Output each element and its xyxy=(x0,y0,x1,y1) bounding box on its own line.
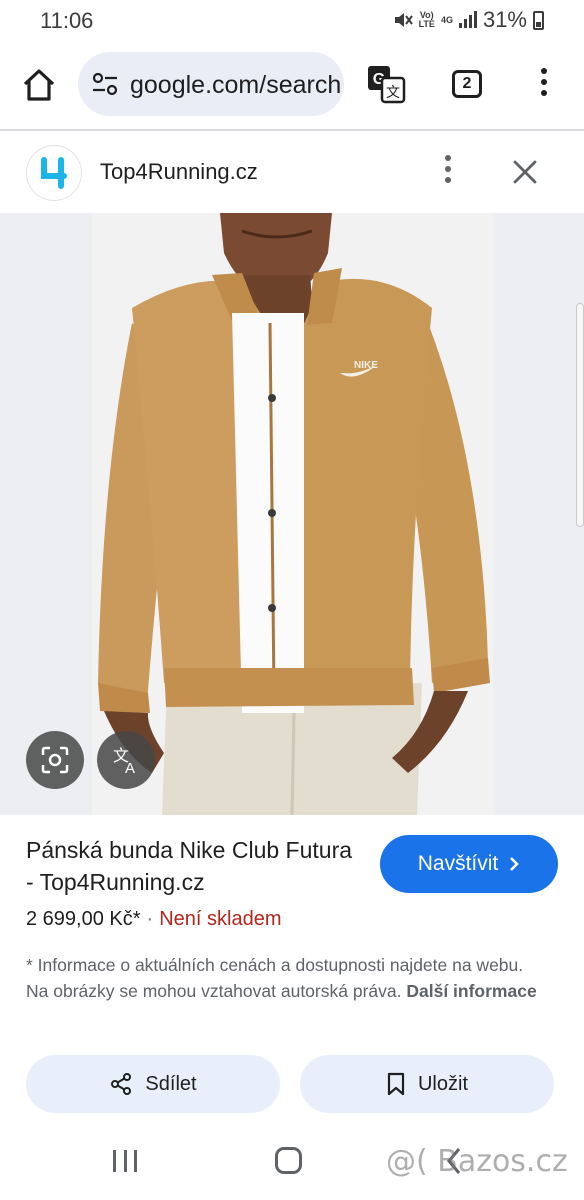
tab-switcher-button[interactable]: 2 xyxy=(452,70,482,98)
status-icons: Vo) LTE 4G 31% xyxy=(393,7,544,33)
battery-level: 31% xyxy=(482,7,527,32)
translate-page-icon[interactable]: G 文 xyxy=(366,64,406,104)
site-name[interactable]: Top4Running.cz xyxy=(100,159,258,185)
price-line: 2 699,00 Kč* · Není skladem xyxy=(26,908,281,931)
save-button[interactable]: Uložit xyxy=(300,1055,554,1113)
battery-icon xyxy=(533,10,544,30)
browser-toolbar: google.com/search G 文 2 xyxy=(0,48,584,122)
product-title[interactable]: Pánská bunda Nike Club Futura - Top4Runn… xyxy=(26,834,356,898)
separator: · xyxy=(146,908,154,930)
status-time: 11:06 xyxy=(40,8,94,33)
stock-status: Není skladem xyxy=(159,908,282,930)
image-preview: NIKE 文 A xyxy=(0,213,584,815)
translate-icon: 文 A xyxy=(113,746,135,775)
bookmark-icon xyxy=(387,1072,405,1096)
share-button[interactable]: Sdílet xyxy=(26,1055,280,1113)
more-menu-icon[interactable] xyxy=(534,68,554,102)
signal-icon xyxy=(458,11,477,28)
more-info-link[interactable]: Další informace xyxy=(406,981,536,1001)
close-icon[interactable] xyxy=(510,157,540,187)
image-scrollbar[interactable] xyxy=(576,303,584,527)
source-more-icon[interactable] xyxy=(440,155,456,189)
volte-icon: Vo) LTE xyxy=(418,10,435,29)
nav-home-icon[interactable] xyxy=(275,1147,302,1174)
share-label: Sdílet xyxy=(145,1072,197,1095)
url-text: google.com/search xyxy=(130,71,342,99)
share-icon xyxy=(111,1073,132,1095)
source-header: Top4Running.cz xyxy=(0,131,584,213)
product-image[interactable]: NIKE xyxy=(92,213,493,815)
visit-button[interactable]: Navštívit xyxy=(380,835,558,893)
network-type-icon: 4G xyxy=(440,14,453,25)
url-bar[interactable]: google.com/search xyxy=(78,52,344,116)
site-logo-icon xyxy=(41,157,67,189)
site-logo[interactable] xyxy=(26,145,82,201)
status-bar: 11:06 Vo) LTE 4G 31% xyxy=(0,0,584,40)
lens-search-button[interactable] xyxy=(26,731,84,789)
site-settings-icon[interactable] xyxy=(92,72,118,96)
lens-icon xyxy=(41,746,69,774)
product-photo: NIKE xyxy=(92,213,493,815)
brand-mark: NIKE xyxy=(354,360,378,371)
recent-apps-icon[interactable] xyxy=(113,1150,137,1172)
visit-label: Navštívit xyxy=(417,852,499,875)
price: 2 699,00 Kč* xyxy=(26,908,141,930)
disclaimer: * Informace o aktuálních cenách a dostup… xyxy=(26,952,546,1004)
watermark: @( Bazos.cz xyxy=(386,1144,568,1179)
svg-text:A: A xyxy=(125,760,135,775)
mute-icon xyxy=(394,13,413,27)
chevron-right-icon xyxy=(510,857,520,871)
save-label: Uložit xyxy=(417,1072,468,1095)
home-icon[interactable] xyxy=(20,66,58,104)
translate-image-button[interactable]: 文 A xyxy=(97,731,155,789)
system-nav-bar: @( Bazos.cz xyxy=(0,1130,584,1200)
svg-text:文: 文 xyxy=(386,85,400,101)
